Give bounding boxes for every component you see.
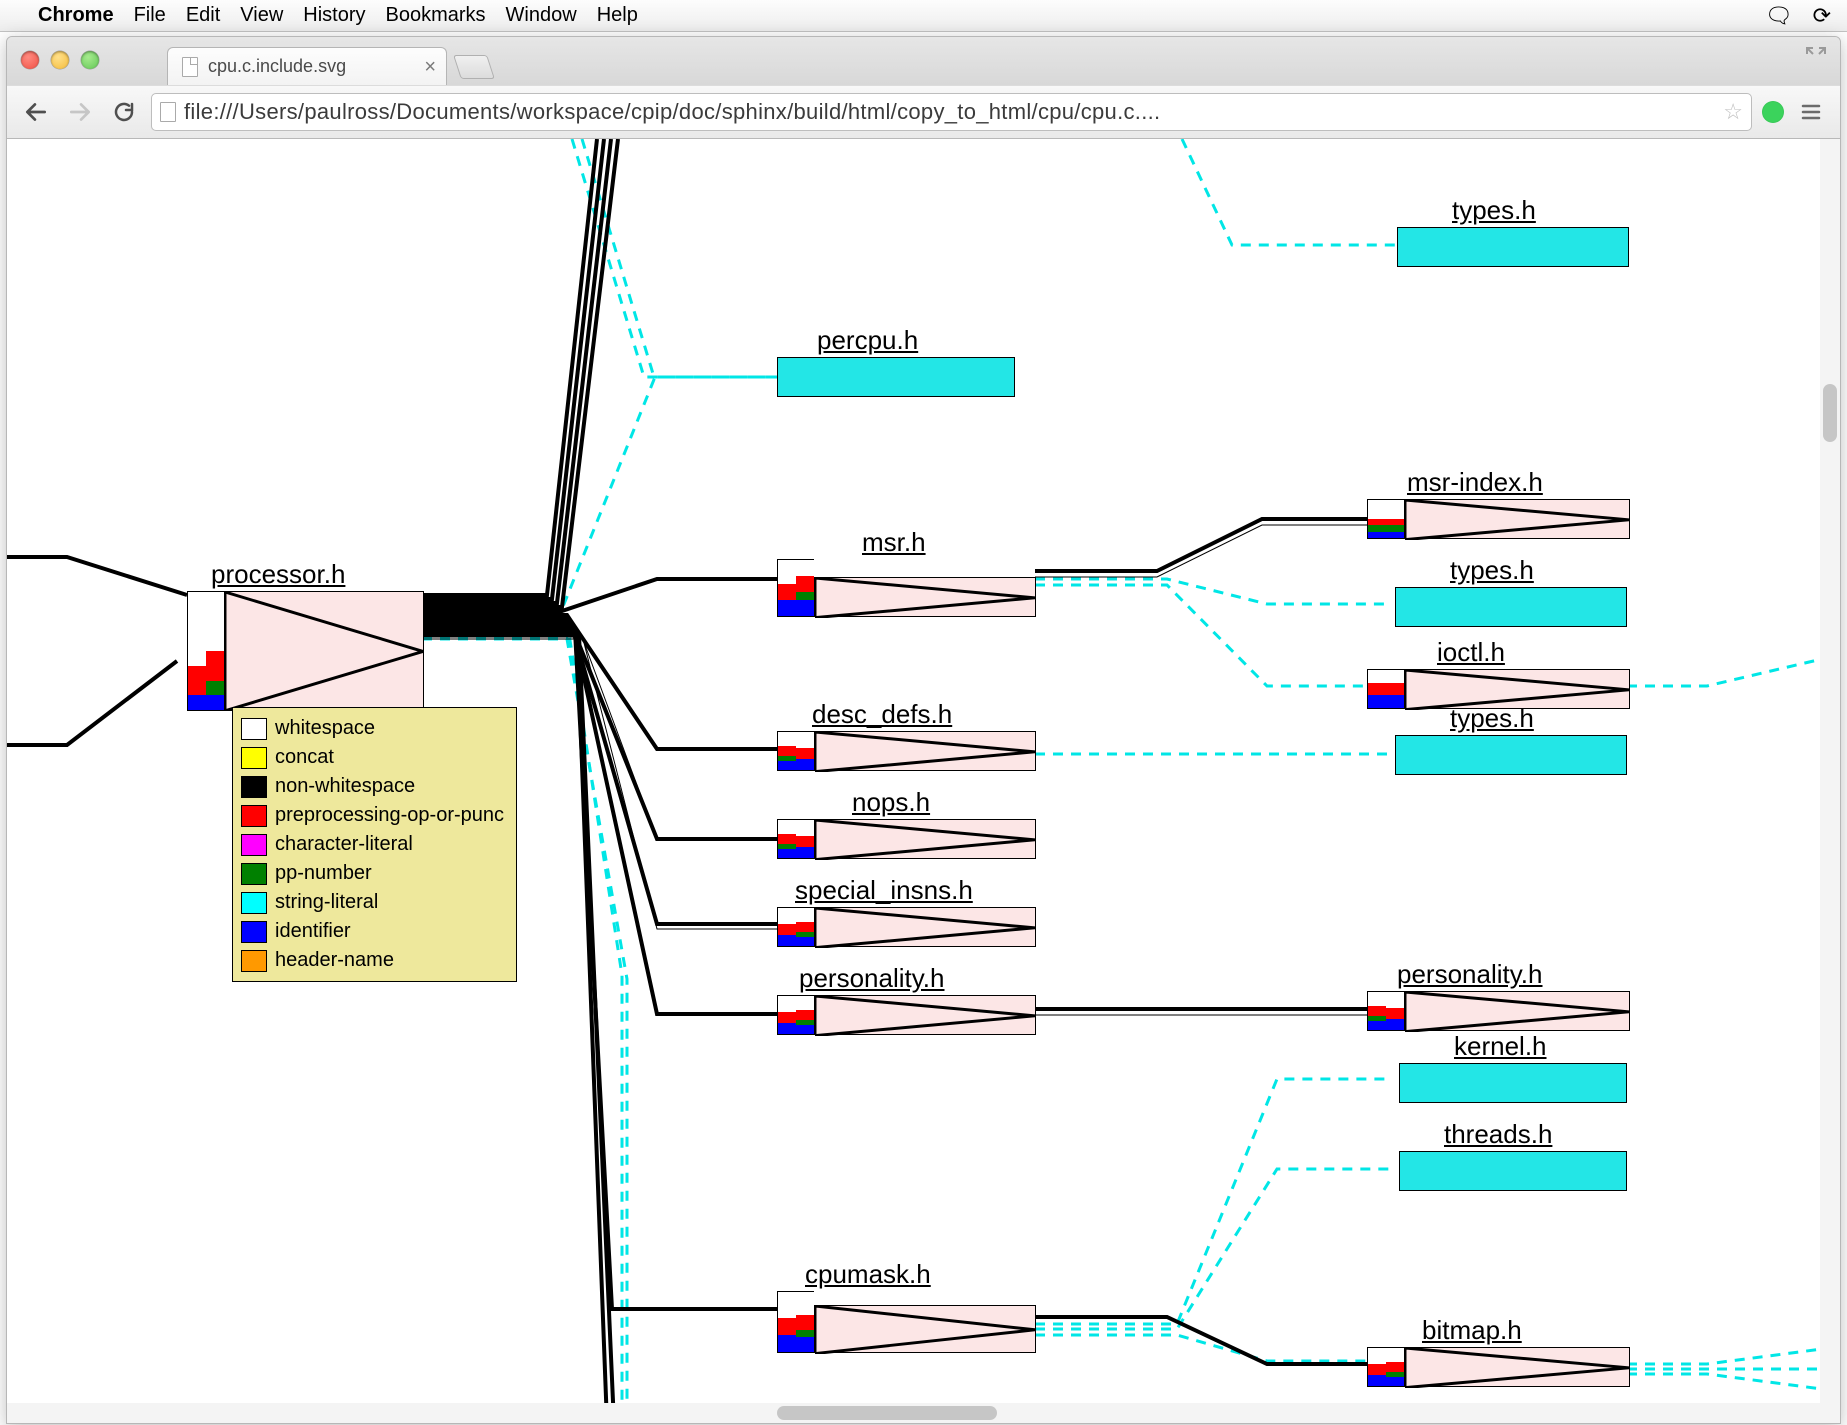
menubar-history[interactable]: History [303,4,365,27]
legend-item: whitespace [241,714,504,743]
status-sync-icon[interactable]: ⟳ [1813,3,1831,29]
forward-button[interactable] [63,95,97,129]
legend-item-label: pp-number [275,862,372,885]
tab-close-icon[interactable]: × [424,56,436,79]
page-viewport[interactable]: processor.h percpu.h types.h msr.h [7,139,1840,1423]
bookmark-star-icon[interactable]: ☆ [1723,99,1743,125]
back-button[interactable] [19,95,53,129]
reload-button[interactable] [107,95,141,129]
menubar-bookmarks[interactable]: Bookmarks [386,4,486,27]
fullscreen-icon[interactable] [1804,45,1828,69]
menubar-file[interactable]: File [134,4,166,27]
legend-box: whitespace concat non-whitespace preproc… [232,707,517,982]
vertical-scroll-thumb[interactable] [1823,384,1837,442]
status-speech-icon[interactable]: 🗨 [1765,3,1793,29]
browser-toolbar: file:///Users/paulross/Documents/workspa… [7,85,1840,139]
url-scheme-icon [160,102,176,122]
legend-item-label: identifier [275,920,351,943]
menubar-edit[interactable]: Edit [186,4,220,27]
chrome-menu-button[interactable] [1794,95,1828,129]
menubar-window[interactable]: Window [506,4,577,27]
legend-item-label: string-literal [275,891,378,914]
window-minimize-button[interactable] [51,51,69,69]
legend-item-label: whitespace [275,717,375,740]
extension-evernote-icon[interactable] [1762,101,1784,123]
legend-item: string-literal [241,888,504,917]
legend-item: pp-number [241,859,504,888]
omnibox[interactable]: file:///Users/paulross/Documents/workspa… [151,93,1752,131]
legend-item: preprocessing-op-or-punc [241,801,504,830]
legend-item: concat [241,743,504,772]
new-tab-button[interactable] [453,55,495,79]
mac-menubar: Chrome File Edit View History Bookmarks … [0,0,1847,32]
horizontal-scroll-thumb[interactable] [777,1406,997,1420]
browser-tab[interactable]: cpu.c.include.svg × [167,47,447,85]
menubar-app-name[interactable]: Chrome [38,4,114,27]
window-zoom-button[interactable] [81,51,99,69]
legend-item: header-name [241,946,504,975]
horizontal-scrollbar[interactable] [7,1403,1820,1423]
window-close-button[interactable] [21,51,39,69]
tab-favicon-icon [182,57,198,77]
tabstrip: cpu.c.include.svg × [7,37,1840,85]
tab-title: cpu.c.include.svg [208,56,346,77]
legend-item-label: non-whitespace [275,775,415,798]
window-controls [21,51,99,69]
omnibox-url: file:///Users/paulross/Documents/workspa… [184,99,1715,125]
legend-item-label: character-literal [275,833,413,856]
legend-item-label: concat [275,746,334,769]
vertical-scrollbar[interactable] [1820,139,1840,1423]
legend-item-label: preprocessing-op-or-punc [275,804,504,827]
legend-item: non-whitespace [241,772,504,801]
legend-item: character-literal [241,830,504,859]
legend-item: identifier [241,917,504,946]
menubar-help[interactable]: Help [597,4,638,27]
browser-window: cpu.c.include.svg × file:///Users/paulro… [6,36,1841,1424]
menubar-view[interactable]: View [240,4,283,27]
legend-item-label: header-name [275,949,394,972]
